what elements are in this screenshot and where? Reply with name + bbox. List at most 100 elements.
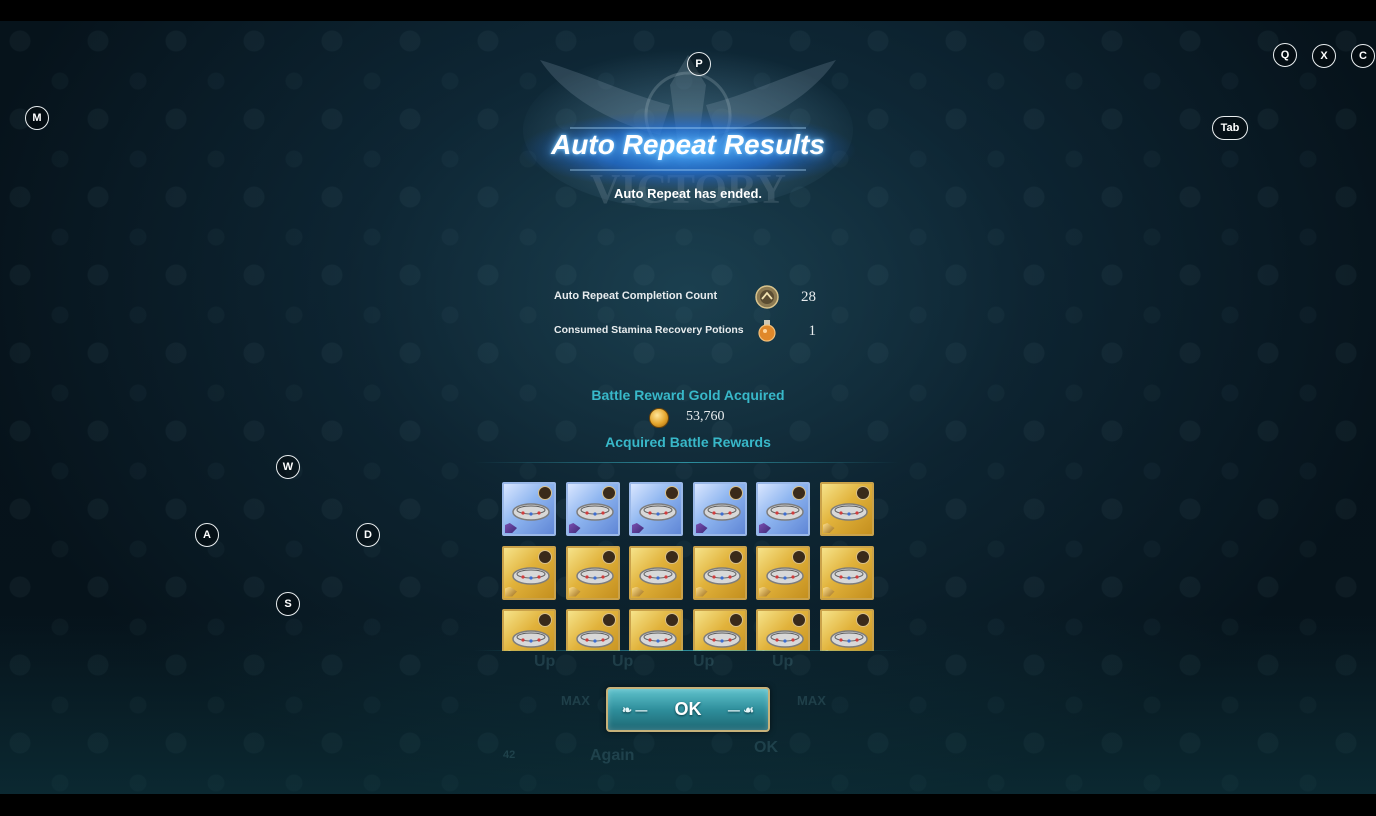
key-hint-q[interactable]: Q [1273, 43, 1297, 67]
ring-equipment-icon [639, 566, 677, 585]
rank-corner-icon [568, 523, 581, 533]
battle-rewards-title: Acquired Battle Rewards [605, 434, 771, 450]
ring-equipment-icon [766, 630, 804, 648]
reward-item[interactable] [819, 609, 874, 651]
key-hint-a[interactable]: A [195, 523, 219, 547]
rank-corner-icon [568, 586, 581, 597]
ring-equipment-icon [575, 566, 614, 585]
rank-corner-icon [632, 586, 644, 597]
key-hint-x[interactable]: X [1312, 44, 1336, 68]
ghost-up-label: Up [772, 653, 794, 670]
heart-badge-icon [855, 486, 870, 500]
reward-item[interactable] [502, 545, 556, 600]
ring-equipment-icon [512, 566, 550, 585]
key-hint-m[interactable]: M [25, 106, 49, 130]
gold-acquired-value: 53,760 [686, 409, 725, 424]
completion-count-value: 28 [801, 289, 816, 305]
stamina-potions-value: 1 [808, 323, 817, 339]
key-hint-d[interactable]: D [356, 523, 380, 547]
heart-badge-icon [538, 613, 552, 627]
heart-badge-icon [792, 549, 806, 564]
gold-acquired-title: Battle Reward Gold Acquired [591, 387, 785, 403]
reward-item[interactable] [819, 545, 874, 600]
ring-equipment-icon [639, 630, 677, 648]
ok-button[interactable]: ❧ ― OK ― ☙ [606, 687, 770, 732]
ring-equipment-icon [829, 566, 868, 585]
ring-equipment-icon [702, 566, 741, 585]
rewards-bottom-divider [474, 650, 899, 651]
heart-badge-icon [538, 549, 552, 564]
key-hint-c[interactable]: C [1351, 44, 1375, 68]
results-title: Auto Repeat Results [551, 129, 825, 160]
heart-badge-icon [728, 486, 743, 500]
heart-badge-icon [665, 486, 679, 500]
rank-corner-icon [822, 586, 835, 597]
ring-equipment-icon [766, 503, 804, 521]
rank-corner-icon [505, 586, 517, 597]
heart-badge-icon [601, 486, 616, 500]
rank-corner-icon [695, 523, 708, 533]
reward-item[interactable] [565, 545, 620, 600]
reward-item[interactable] [819, 482, 874, 536]
ring-equipment-icon [512, 503, 550, 521]
heart-badge-icon [792, 613, 806, 627]
rank-corner-icon [759, 586, 771, 597]
heart-badge-icon [601, 549, 616, 564]
ring-equipment-icon [702, 630, 741, 648]
ring-equipment-icon [512, 630, 550, 648]
ghost-ok-label: OK [754, 739, 778, 756]
key-hint-p[interactable]: P [687, 52, 711, 76]
ring-equipment-icon [766, 566, 804, 585]
heart-badge-icon [728, 613, 743, 627]
reward-item[interactable] [565, 482, 620, 536]
heart-badge-icon [728, 549, 743, 564]
ring-equipment-icon [829, 630, 868, 648]
reward-item[interactable] [502, 609, 556, 651]
ghost-count-label: 42 [503, 749, 516, 761]
completion-count-label: Auto Repeat Completion Count [554, 290, 718, 302]
rewards-scroll-area[interactable] [474, 462, 899, 651]
ring-equipment-icon [702, 503, 741, 521]
heart-badge-icon [855, 613, 870, 627]
ghost-max-label: MAX [797, 693, 826, 708]
heart-badge-icon [665, 613, 679, 627]
ring-equipment-icon [575, 503, 614, 521]
key-hint-tab[interactable]: Tab [1212, 116, 1248, 140]
heart-badge-icon [855, 549, 870, 564]
reward-item[interactable] [756, 545, 810, 600]
rank-corner-icon [632, 523, 644, 533]
results-subtitle: Auto Repeat has ended. [613, 186, 763, 201]
reward-item[interactable] [629, 609, 683, 651]
rewards-grid [502, 482, 874, 651]
rank-corner-icon [822, 523, 835, 533]
heart-badge-icon [792, 486, 806, 500]
key-hint-w[interactable]: W [276, 455, 300, 479]
rank-corner-icon [759, 523, 771, 533]
ghost-up-label: Up [534, 653, 556, 670]
reward-item[interactable] [629, 482, 683, 536]
reward-item[interactable] [565, 609, 620, 651]
ring-equipment-icon [829, 503, 868, 521]
heart-badge-icon [665, 549, 679, 564]
reward-item[interactable] [629, 545, 683, 600]
ghost-up-label: Up [693, 653, 715, 670]
reward-item[interactable] [692, 482, 747, 536]
reward-item[interactable] [502, 482, 556, 536]
rank-corner-icon [695, 586, 708, 597]
rank-corner-icon [505, 523, 517, 533]
gold-coin-icon [649, 408, 669, 428]
stamina-potions-label: Consumed Stamina Recovery Potions [554, 324, 744, 336]
reward-item[interactable] [756, 482, 810, 536]
left-flourish-icon: ❧ ― [622, 703, 648, 717]
heart-badge-icon [601, 613, 616, 627]
reward-item[interactable] [756, 609, 810, 651]
reward-item[interactable] [692, 609, 747, 651]
reward-item[interactable] [692, 545, 747, 600]
ghost-up-label: Up [612, 653, 634, 670]
ghost-again-label: Again [590, 747, 635, 764]
key-hint-s[interactable]: S [276, 592, 300, 616]
ring-equipment-icon [575, 630, 614, 648]
ghost-max-label: MAX [561, 693, 590, 708]
ok-button-label: OK [674, 699, 702, 719]
heart-badge-icon [538, 486, 552, 500]
